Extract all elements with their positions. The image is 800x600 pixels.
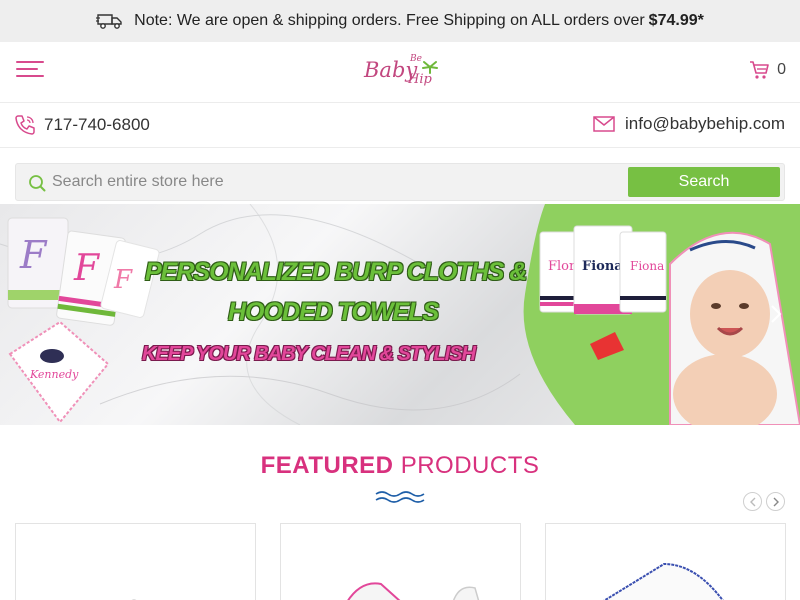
product-image [131, 599, 137, 600]
site-header: Baby Be Hip 0 [0, 42, 800, 103]
search-bar: Search [15, 163, 785, 201]
cart-icon [750, 61, 769, 79]
svg-text:F: F [19, 233, 48, 277]
cart-button[interactable]: 0 [749, 60, 786, 80]
svg-text:F: F [73, 248, 101, 289]
banner-next-arrow[interactable] [770, 304, 782, 329]
product-card[interactable] [280, 523, 521, 600]
phone-link[interactable]: 717-740-6800 [14, 114, 150, 136]
towel-name-left: Kennedy [29, 368, 79, 381]
logo-text-be: Be [410, 54, 422, 64]
phone-number: 717-740-6800 [44, 115, 150, 134]
towel-name-3: Fiona [630, 259, 664, 273]
chevron-right-icon [773, 497, 779, 506]
phone-icon [15, 115, 35, 135]
carousel-prev-button[interactable] [743, 492, 762, 511]
carousel-next-button[interactable] [766, 492, 785, 511]
banner-tagline: KEEP YOUR BABY CLEAN & STYLISH [142, 343, 476, 365]
search-icon [29, 175, 46, 192]
product-carousel-nav [743, 492, 785, 511]
product-card[interactable] [15, 523, 256, 600]
cart-count: 0 [777, 61, 786, 78]
towel-name-2: Fiona [582, 259, 623, 274]
notice-text: Note: We are open & shipping orders. Fre… [134, 12, 645, 29]
featured-products-heading: FEATURED PRODUCTS [0, 452, 800, 480]
featured-heading-light: PRODUCTS [400, 452, 540, 479]
banner-headline-1: PERSONALIZED BURP CLOTHS & [145, 258, 527, 286]
mail-icon [593, 116, 615, 132]
hero-banner[interactable]: F F F Kennedy Flora Fiona Fiona PERSONAL… [0, 204, 800, 425]
email-address: info@babybehip.com [625, 114, 785, 133]
email-link[interactable]: info@babybehip.com [593, 114, 785, 134]
product-image [603, 562, 724, 600]
contact-bar: 717-740-6800 info@babybehip.com [0, 103, 800, 148]
svg-text:F: F [113, 265, 133, 295]
site-logo[interactable]: Baby Be Hip [360, 52, 440, 94]
banner-headline-2: HOODED TOWELS [228, 298, 439, 326]
menu-icon[interactable] [16, 59, 44, 83]
wave-divider-icon [375, 491, 425, 503]
logo-text-hip: Hip [408, 72, 432, 87]
hooded-towel-baby-image: Flora Fiona Fiona [539, 225, 800, 425]
shipping-notice-bar: Note: We are open & shipping orders. Fre… [0, 0, 800, 42]
search-input[interactable] [52, 169, 622, 195]
personalized-burp-cloths-image: F F F Kennedy [7, 217, 160, 424]
truck-icon [96, 12, 124, 30]
chevron-left-icon [749, 497, 755, 506]
featured-heading-bold: FEATURED [260, 452, 394, 479]
search-button[interactable]: Search [628, 167, 780, 197]
product-card[interactable] [545, 523, 786, 600]
palm-leaf-icon [422, 61, 438, 74]
chevron-right-icon [771, 305, 782, 323]
product-image [347, 582, 480, 600]
notice-amount: $74.99* [648, 12, 704, 29]
